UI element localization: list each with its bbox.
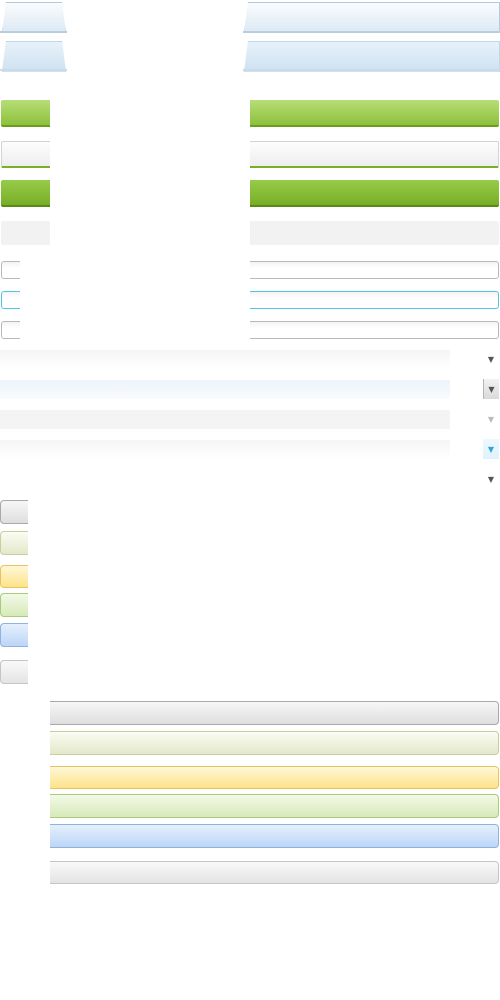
button-yellow-wide[interactable] [20,766,499,789]
tab-active-base-left [0,69,68,71]
tab-normal-left[interactable] [2,2,66,33]
tab-active-left[interactable] [2,41,66,72]
tab-normal-base-left [0,31,68,33]
tab-normal-base-right [243,31,500,33]
combo-normal[interactable] [0,350,450,369]
button-olive-wide[interactable] [20,731,499,755]
sprite-gap-tabs [67,0,243,75]
chevron-down-icon[interactable]: ▼ [483,409,499,429]
chevron-down-icon[interactable]: ▼ [483,469,499,489]
sprite-gap-fields [20,257,250,341]
sprite-gap-bars [50,96,250,250]
button-light-green-wide[interactable] [20,794,499,818]
combo-focused[interactable] [0,440,450,459]
tab-active-right[interactable] [244,41,500,72]
combo-hover[interactable] [0,380,450,399]
chevron-down-icon[interactable]: ▼ [483,349,499,369]
sprite-gap-buttons [28,495,500,695]
combo-disabled[interactable] [0,410,450,429]
chevron-down-icon[interactable]: ▼ [483,379,499,399]
button-default-wide[interactable] [20,701,499,725]
sprite-gap-wide-buttons [0,697,50,897]
button-grey-wide[interactable] [20,861,499,884]
button-blue-wide[interactable] [20,824,499,848]
tab-active-base-right [243,69,500,71]
tab-normal-right[interactable] [244,2,500,33]
chevron-down-icon[interactable]: ▼ [483,439,499,459]
